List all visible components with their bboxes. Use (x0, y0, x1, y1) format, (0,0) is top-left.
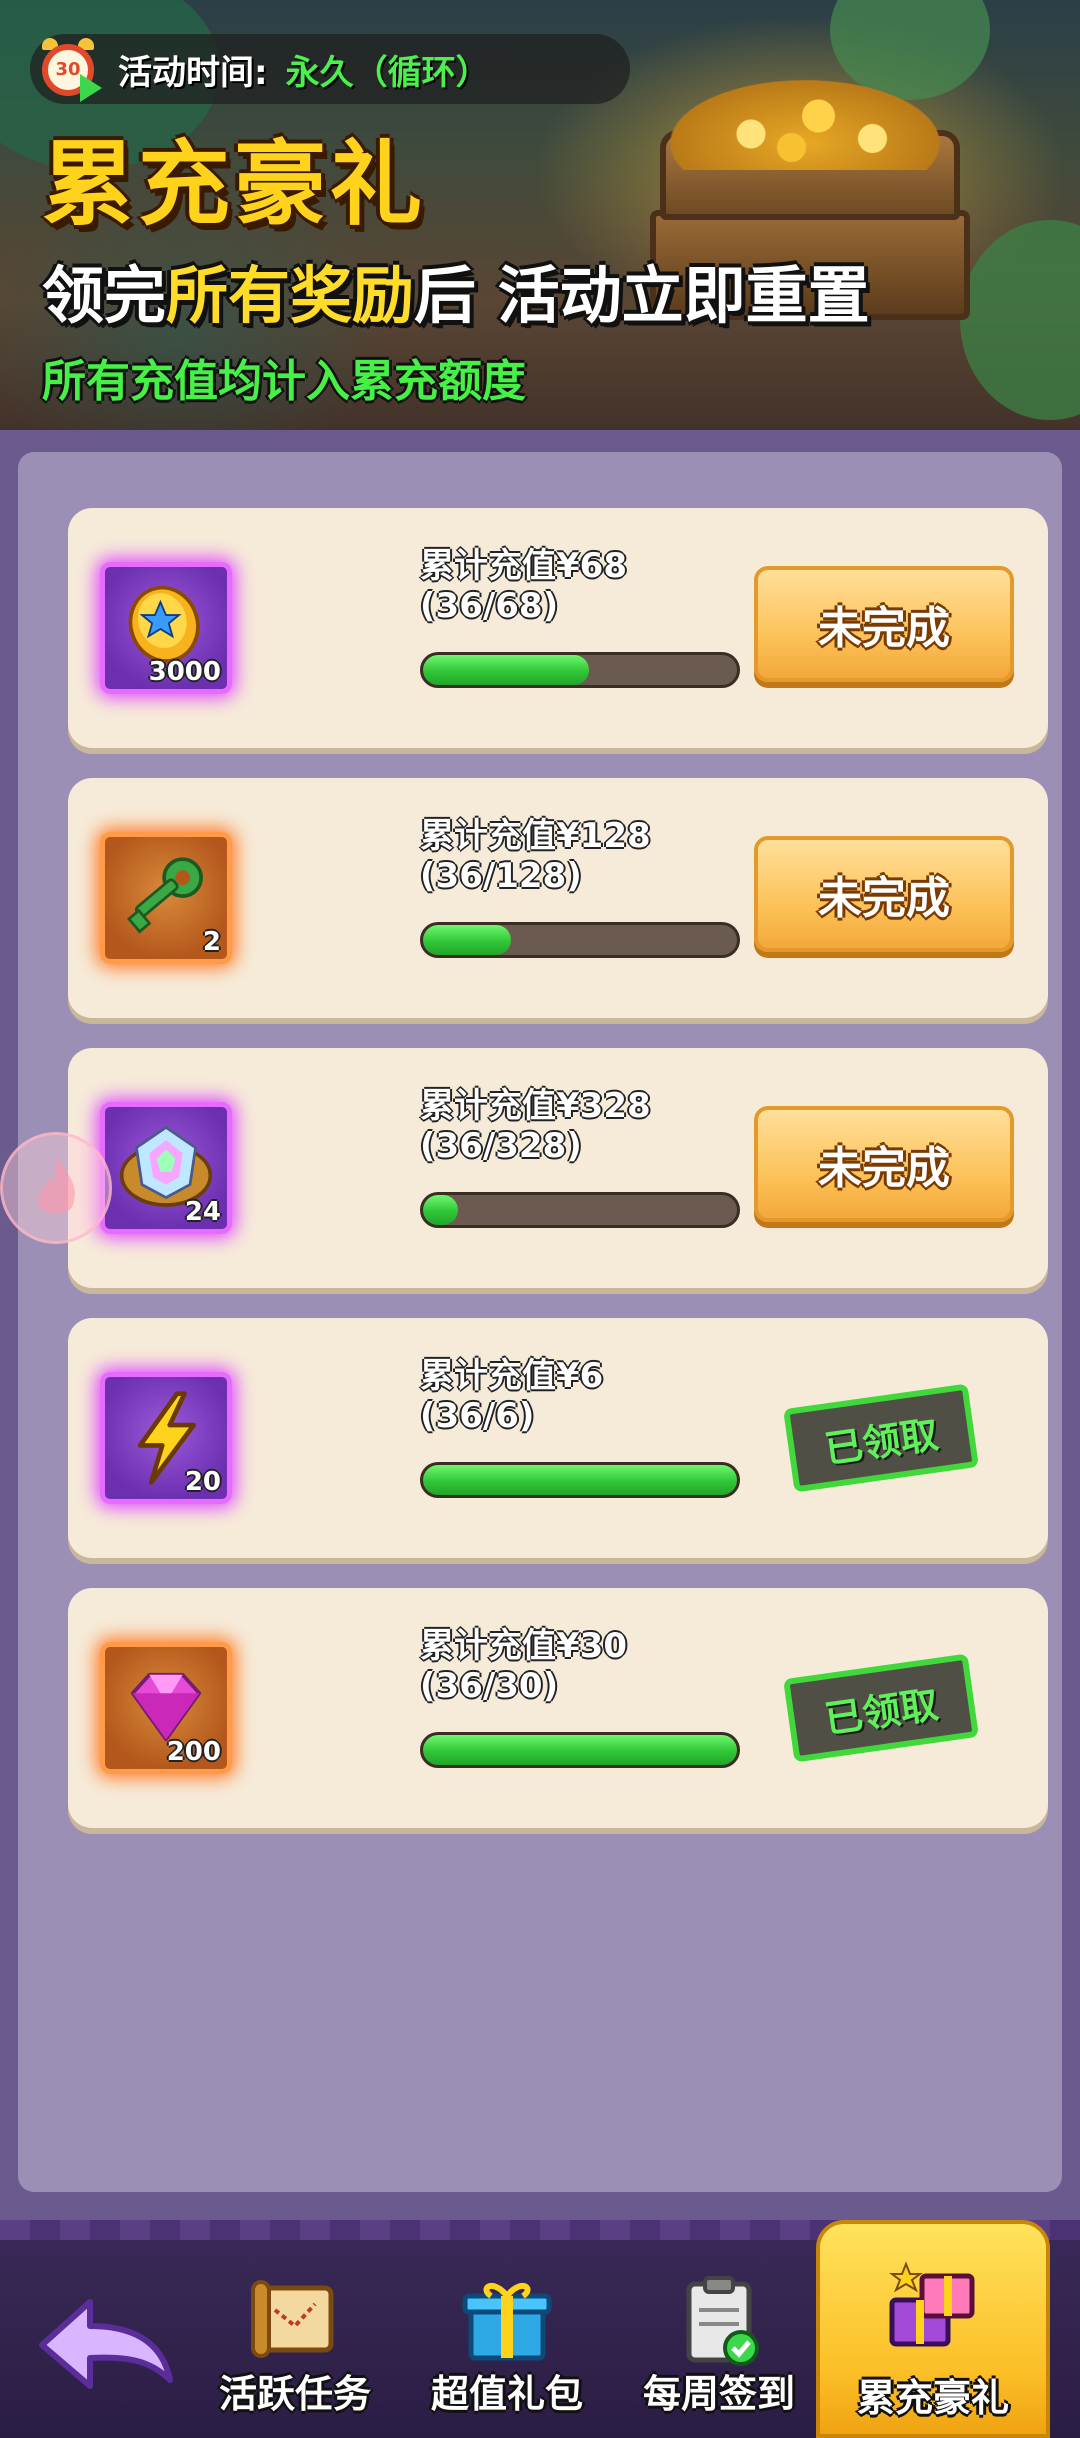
reward-item-slot[interactable]: 24 (100, 1102, 232, 1234)
clipboard-check-icon (686, 2276, 759, 2366)
gift-box-icon (462, 2282, 552, 2361)
progress-text: (36/128) (420, 856, 582, 896)
bottom-nav: 活跃任务 超值礼包 每周签到 累充豪礼 (0, 2220, 1080, 2438)
progress-text: (36/328) (420, 1126, 582, 1166)
tab-value-packs[interactable]: 超值礼包 (412, 2270, 602, 2430)
item-count: 24 (184, 1197, 221, 1227)
progress-fill (423, 925, 511, 955)
event-time-label: 活动时间: (118, 52, 268, 93)
reward-item-slot[interactable]: 20 (100, 1372, 232, 1504)
recharge-requirement: 累计充值¥328 (36/328) (420, 1086, 651, 1166)
recharge-requirement: 累计充值¥6 (36/6) (420, 1356, 603, 1436)
progress-bar (420, 1462, 740, 1498)
item-count: 3000 (148, 657, 221, 687)
event-banner: 30 活动时间: 永久（循环） 累充豪礼 领完所有奖励后 活动立即重置 所有充值… (0, 0, 1080, 430)
rewards-list[interactable]: 3000 累计充值¥68 (36/68) 未完成 2 累计充值¥128 (36/… (18, 452, 1062, 2192)
reward-card: 3000 累计充值¥68 (36/68) 未完成 (68, 508, 1048, 748)
requirement-label: 累计充值¥128 (420, 816, 651, 856)
tab-label: 超值礼包 (430, 2372, 583, 2416)
reset-rule-text: 领完所有奖励后 活动立即重置 (42, 245, 870, 335)
reward-card: 24 累计充值¥328 (36/328) 未完成 (68, 1048, 1048, 1288)
reward-item-slot[interactable]: 3000 (100, 562, 232, 694)
tab-active-tasks[interactable]: 活跃任务 (200, 2270, 390, 2430)
claimed-stamp: 已领取 (783, 1383, 979, 1493)
progress-bar (420, 652, 740, 688)
item-count: 20 (184, 1467, 221, 1497)
claimed-stamp: 已领取 (783, 1653, 979, 1763)
event-time-pill: 30 活动时间: 永久（循环） (30, 34, 630, 104)
rewards-panel: 3000 累计充值¥68 (36/68) 未完成 2 累计充值¥128 (36/… (0, 430, 1080, 2220)
back-button[interactable] (30, 2290, 180, 2400)
requirement-label: 累计充值¥30 (420, 1626, 627, 1666)
tab-label: 活跃任务 (218, 2372, 371, 2416)
tab-cumulative-recharge[interactable]: 累充豪礼 (816, 2220, 1050, 2438)
item-count: 200 (166, 1737, 221, 1767)
requirement-label: 累计充值¥328 (420, 1086, 651, 1126)
alarm-clock-icon: 30 (34, 34, 104, 104)
incomplete-button[interactable]: 未完成 (754, 566, 1014, 682)
progress-fill (423, 655, 590, 685)
progress-fill (423, 1465, 737, 1495)
recharge-requirement: 累计充值¥128 (36/128) (420, 816, 651, 896)
item-count: 2 (202, 927, 221, 957)
requirement-label: 累计充值¥6 (420, 1356, 604, 1396)
tab-weekly-checkin[interactable]: 每周签到 (624, 2270, 814, 2430)
recharge-note: 所有充值均计入累充额度 (42, 356, 526, 407)
floating-flame-button[interactable] (0, 1132, 112, 1244)
reward-item-slot[interactable]: 200 (100, 1642, 232, 1774)
scroll-map-icon (251, 2280, 334, 2358)
progress-bar (420, 922, 740, 958)
progress-text: (36/30) (420, 1666, 559, 1706)
reward-card: 2 累计充值¥128 (36/128) 未完成 (68, 778, 1048, 1018)
flame-icon (38, 1157, 75, 1214)
subtitle-part3: 后 活动立即重置 (414, 259, 870, 332)
recharge-requirement: 累计充值¥68 (36/68) (420, 546, 627, 626)
progress-text: (36/6) (420, 1396, 535, 1436)
event-time-value: 永久（循环） (285, 52, 490, 93)
banner-foliage (960, 220, 1080, 420)
progress-text: (36/68) (420, 586, 559, 626)
reward-item-slot[interactable]: 2 (100, 832, 232, 964)
page-title: 累充豪礼 (42, 131, 427, 238)
recharge-requirement: 累计充值¥30 (36/30) (420, 1626, 627, 1706)
incomplete-button[interactable]: 未完成 (754, 1106, 1014, 1222)
reward-card: 20 累计充值¥6 (36/6) 已领取 (68, 1318, 1048, 1558)
tab-label: 每周签到 (642, 2372, 795, 2416)
subtitle-part1: 领完 (42, 259, 167, 332)
reward-card: 200 累计充值¥30 (36/30) 已领取 (68, 1588, 1048, 1828)
progress-bar (420, 1192, 740, 1228)
progress-fill (423, 1735, 737, 1765)
back-arrow-icon (39, 2299, 173, 2389)
progress-bar (420, 1732, 740, 1768)
tab-label: 累充豪礼 (856, 2376, 1009, 2420)
page-root: 30 活动时间: 永久（循环） 累充豪礼 领完所有奖励后 活动立即重置 所有充值… (0, 0, 1080, 2438)
progress-fill (423, 1195, 458, 1225)
subtitle-part2: 所有奖励 (166, 259, 415, 332)
gift-stack-icon (889, 2261, 975, 2347)
requirement-label: 累计充值¥68 (420, 546, 627, 586)
incomplete-button[interactable]: 未完成 (754, 836, 1014, 952)
